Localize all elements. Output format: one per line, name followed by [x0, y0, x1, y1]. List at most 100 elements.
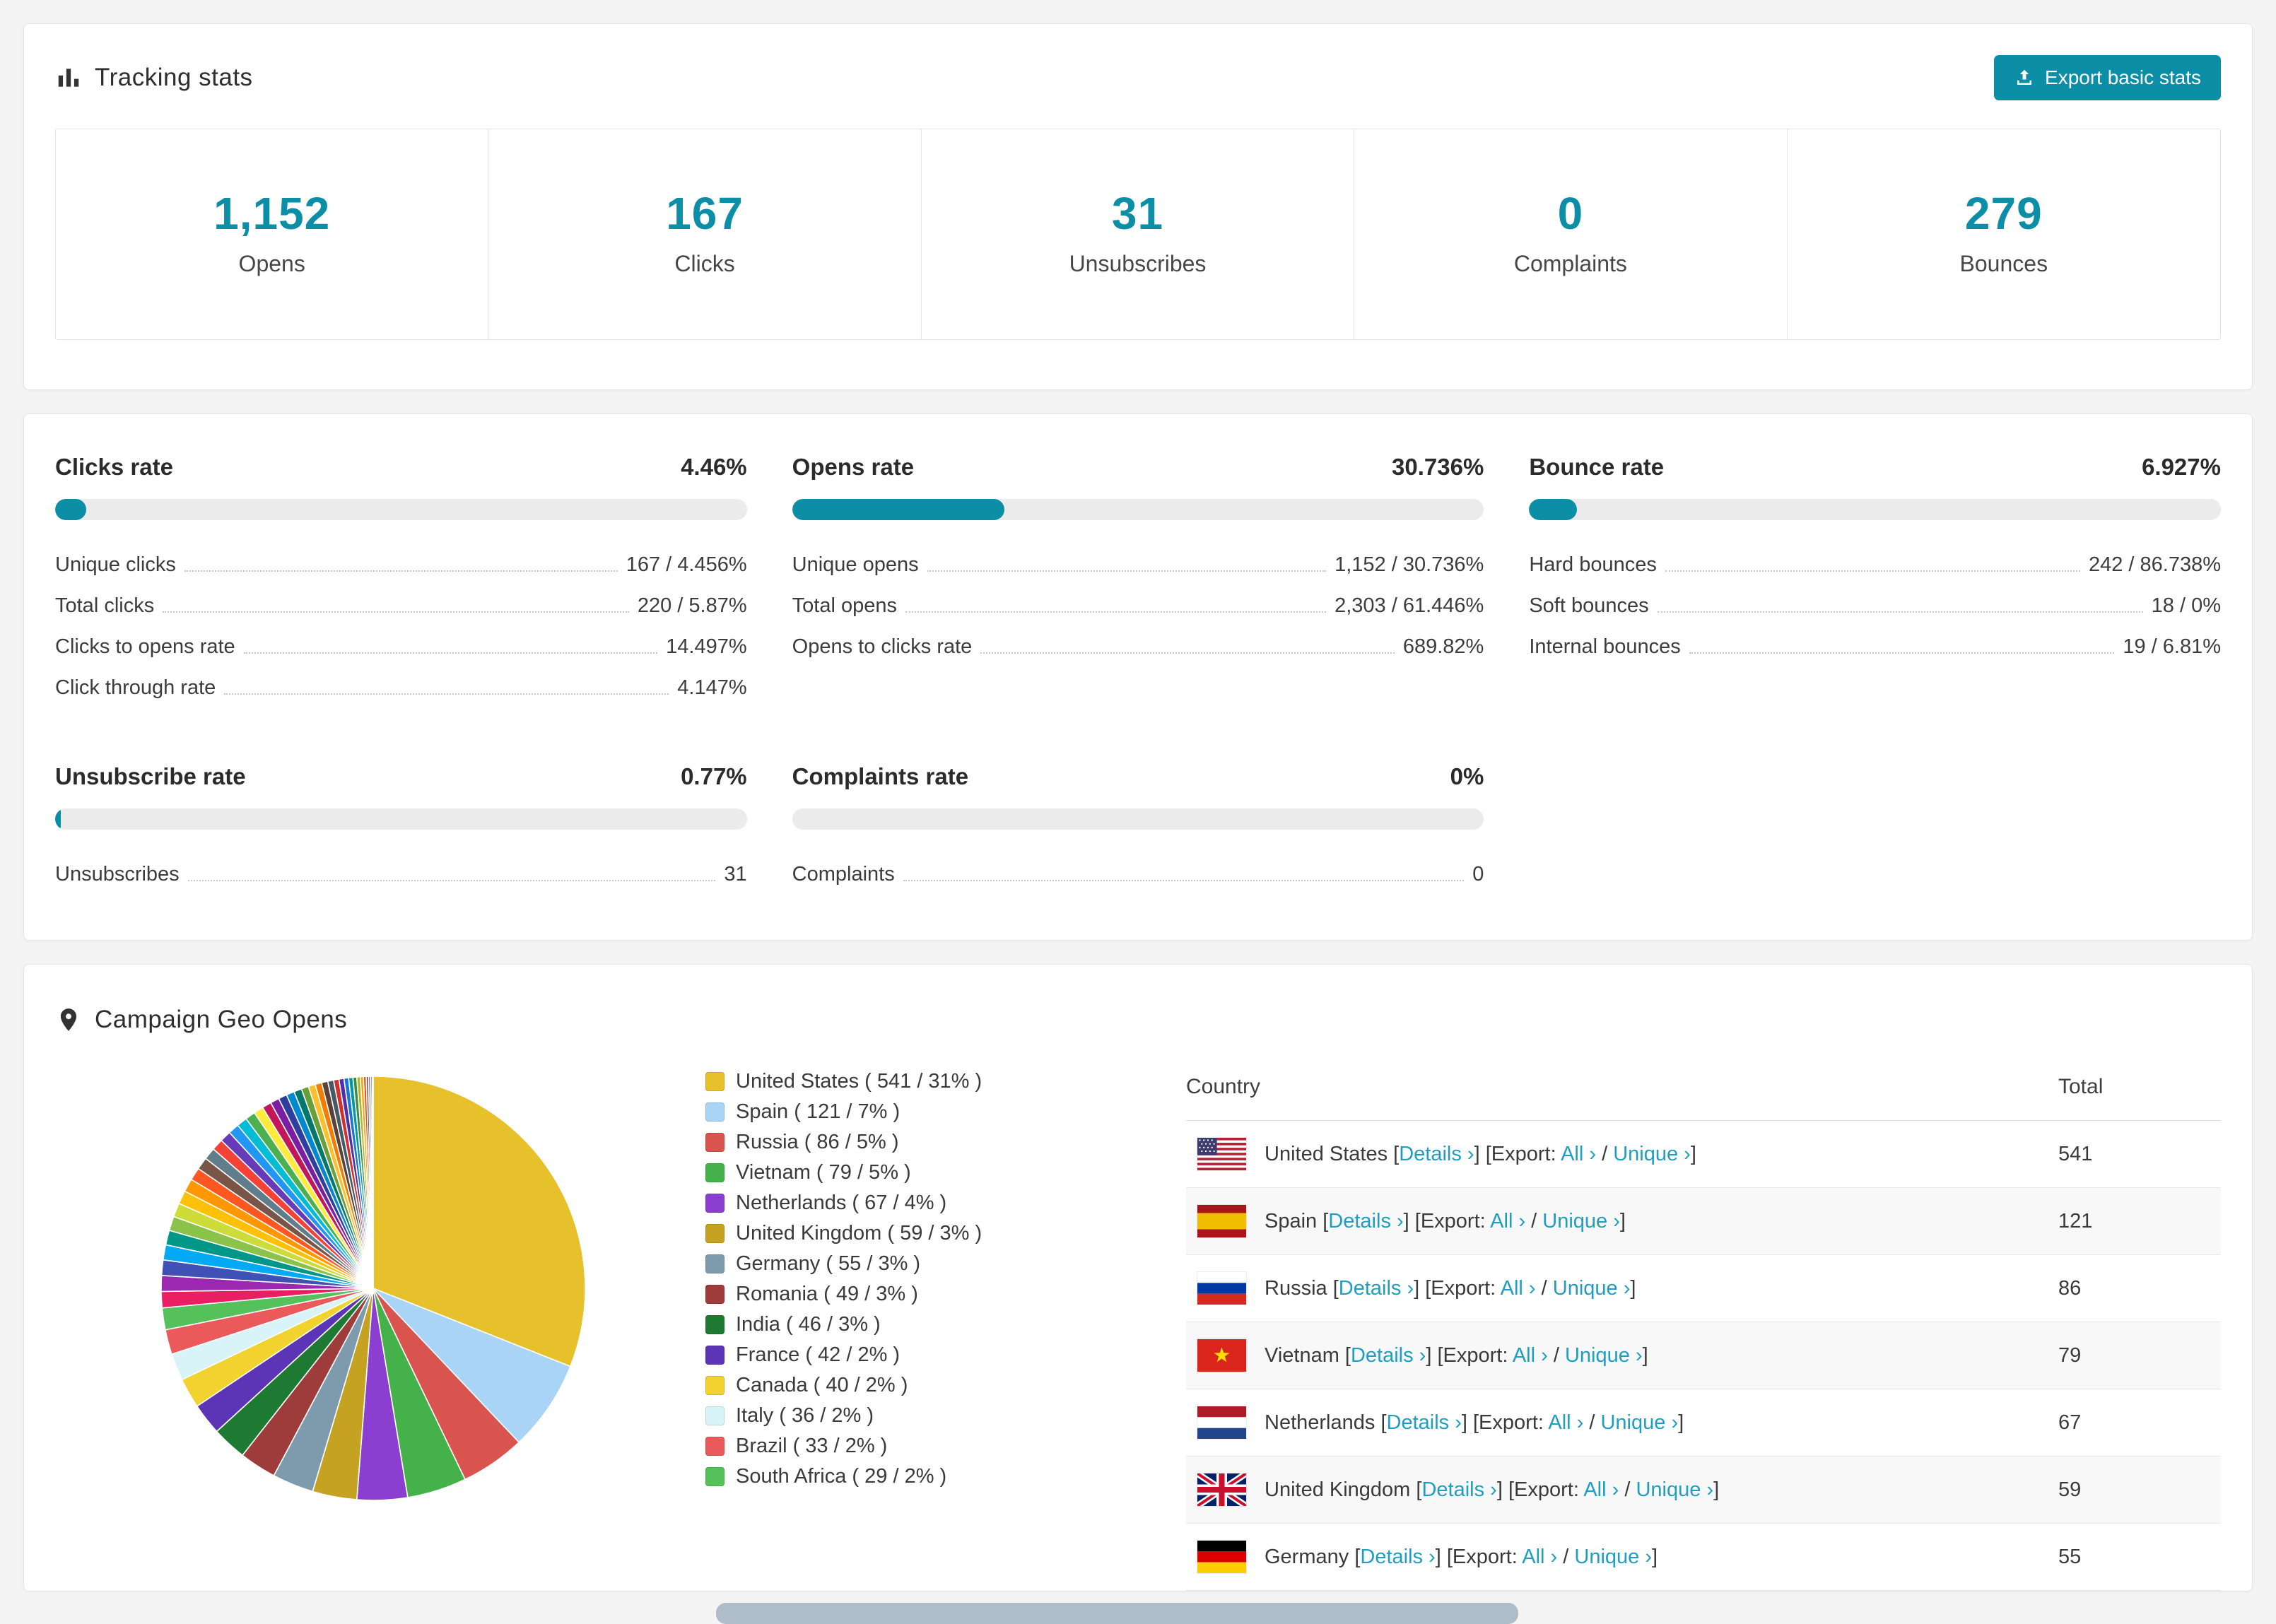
stat-value-clicks: 167	[666, 188, 744, 239]
country-name: United Kingdom	[1265, 1478, 1416, 1501]
legend-swatch	[705, 1072, 725, 1091]
stat-label-complaints: Complaints	[1513, 251, 1627, 276]
rate-value: 0.77%	[681, 763, 747, 789]
rate-stat-value: 220 / 5.87%	[637, 594, 747, 617]
geo-table-row-spain: Spain [Details ›] [Export: All › / Uniqu…	[1186, 1187, 2221, 1255]
rate-stat-row-opens-to-clicks-rate: Opens to clicks rate 689.82%	[792, 626, 1484, 667]
rate-stat-label: Internal bounces	[1529, 635, 1681, 658]
export-all-link-united-kingdom[interactable]: All ›	[1583, 1478, 1619, 1501]
country-total: 79	[2058, 1343, 2082, 1367]
legend-label: Brazil ( 33 / 2% )	[736, 1435, 888, 1457]
legend-item-india: India ( 46 / 3% )	[705, 1310, 1186, 1340]
rate-stat-value: 1,152 / 30.736%	[1334, 553, 1484, 576]
details-link-united-kingdom[interactable]: Details ›	[1421, 1478, 1496, 1501]
country-name: Netherlands	[1265, 1411, 1381, 1434]
country-name: Vietnam	[1265, 1344, 1345, 1367]
legend-label: Germany ( 55 / 3% )	[736, 1252, 921, 1275]
rate-stat-row-hard-bounces: Hard bounces 242 / 86.738%	[1529, 544, 2221, 585]
geo-content: United States ( 541 / 31% ) Spain ( 121 /…	[24, 1051, 2252, 1591]
legend-item-canada: Canada ( 40 / 2% )	[705, 1370, 1186, 1401]
export-all-link-russia[interactable]: All ›	[1501, 1277, 1536, 1300]
details-link-spain[interactable]: Details ›	[1328, 1210, 1403, 1232]
flag-de-icon	[1197, 1541, 1246, 1573]
export-basic-stats-label: Export basic stats	[2045, 66, 2201, 88]
export-unique-link-russia[interactable]: Unique ›	[1553, 1277, 1631, 1300]
legend-label: India ( 46 / 3% )	[736, 1313, 881, 1336]
rate-stat-row-unique-clicks: Unique clicks 167 / 4.456%	[55, 544, 747, 585]
rate-progress-bar	[55, 808, 747, 830]
dotted-leader	[243, 652, 658, 654]
details-link-germany[interactable]: Details ›	[1360, 1546, 1435, 1568]
export-unique-link-spain[interactable]: Unique ›	[1542, 1210, 1620, 1232]
flag-gb-icon	[1197, 1473, 1246, 1506]
rate-card-unsubscribe-rate: Unsubscribe rate 0.77% Unsubscribes 31	[55, 763, 747, 895]
legend-label: Vietnam ( 79 / 5% )	[736, 1161, 911, 1184]
export-unique-link-vietnam[interactable]: Unique ›	[1565, 1344, 1643, 1367]
export-all-link-united-states[interactable]: All ›	[1561, 1143, 1596, 1165]
legend-label: Spain ( 121 / 7% )	[736, 1100, 901, 1123]
geo-table-header-row: Country Total	[1186, 1062, 2221, 1121]
legend-item-brazil: Brazil ( 33 / 2% )	[705, 1431, 1186, 1461]
details-link-russia[interactable]: Details ›	[1339, 1277, 1414, 1300]
legend-swatch	[705, 1254, 725, 1273]
country-total: 541	[2058, 1142, 2093, 1165]
rate-progress-bar	[792, 808, 1484, 830]
details-link-vietnam[interactable]: Details ›	[1351, 1344, 1426, 1367]
tracking-stats-header: Tracking stats Export basic stats	[24, 24, 2252, 129]
rate-title: Complaints rate	[792, 763, 969, 789]
rates-grid: Clicks rate 4.46% Unique clicks 167 / 4.456…	[55, 454, 2221, 895]
dotted-leader	[1657, 611, 2143, 613]
export-all-link-netherlands[interactable]: All ›	[1548, 1411, 1583, 1434]
horizontal-scrollbar-thumb[interactable]	[716, 1603, 1518, 1624]
legend-swatch	[705, 1224, 725, 1243]
legend-label: South Africa ( 29 / 2% )	[736, 1465, 947, 1488]
bar-chart-icon	[55, 64, 82, 91]
country-total: 59	[2058, 1478, 2082, 1501]
country-total: 55	[2058, 1545, 2082, 1568]
export-unique-link-netherlands[interactable]: Unique ›	[1600, 1411, 1678, 1434]
legend-item-italy: Italy ( 36 / 2% )	[705, 1401, 1186, 1431]
rate-value: 6.927%	[2142, 454, 2221, 480]
rate-title: Opens rate	[792, 454, 915, 480]
flag-es-icon	[1197, 1205, 1246, 1237]
panel-title-tracking-stats: Tracking stats	[95, 64, 253, 91]
panel-title-campaign-geo-opens: Campaign Geo Opens	[95, 1006, 348, 1033]
rate-value: 4.46%	[681, 454, 747, 480]
export-all-link-germany[interactable]: All ›	[1522, 1546, 1557, 1568]
geo-table-row-united-kingdom: United Kingdom [Details ›] [Export: All …	[1186, 1456, 2221, 1524]
rate-stat-value: 19 / 6.81%	[2123, 635, 2221, 658]
rate-title: Unsubscribe rate	[55, 763, 246, 789]
geo-table: Country Total United States [Details ›] …	[1186, 1062, 2221, 1591]
export-unique-link-united-states[interactable]: Unique ›	[1613, 1143, 1691, 1165]
dotted-leader	[927, 570, 1327, 572]
dotted-leader	[903, 880, 1465, 881]
dotted-leader	[1665, 570, 2080, 572]
geo-header: Campaign Geo Opens	[24, 965, 2252, 1051]
legend-swatch	[705, 1437, 725, 1456]
export-all-link-spain[interactable]: All ›	[1490, 1210, 1525, 1232]
rate-stat-row-complaints: Complaints 0	[792, 854, 1484, 895]
legend-item-russia: Russia ( 86 / 5% )	[705, 1127, 1186, 1158]
export-all-link-vietnam[interactable]: All ›	[1513, 1344, 1548, 1367]
export-basic-stats-button[interactable]: Export basic stats	[1994, 55, 2221, 100]
country-name: Germany	[1265, 1546, 1355, 1568]
country-total: 121	[2058, 1209, 2093, 1232]
export-unique-link-germany[interactable]: Unique ›	[1574, 1546, 1652, 1568]
rate-progress-fill	[55, 808, 61, 830]
legend-item-france: France ( 42 / 2% )	[705, 1340, 1186, 1370]
flag-vn-icon	[1197, 1339, 1246, 1372]
export-icon	[2017, 69, 2032, 85]
export-unique-link-united-kingdom[interactable]: Unique ›	[1636, 1478, 1713, 1501]
legend-swatch	[705, 1285, 725, 1304]
stat-card-bounces: 279 Bounces	[1788, 129, 2220, 339]
map-pin-icon	[55, 1006, 82, 1033]
legend-swatch	[705, 1102, 725, 1122]
details-link-netherlands[interactable]: Details ›	[1387, 1411, 1462, 1434]
legend-item-netherlands: Netherlands ( 67 / 4% )	[705, 1188, 1186, 1218]
rate-card-clicks-rate: Clicks rate 4.46% Unique clicks 167 / 4.456…	[55, 454, 747, 708]
geo-table-row-united-states: United States [Details ›] [Export: All ›…	[1186, 1121, 2221, 1188]
geo-table-row-germany: Germany [Details ›] [Export: All › / Uni…	[1186, 1524, 2221, 1591]
country-total: 86	[2058, 1276, 2082, 1300]
details-link-united-states[interactable]: Details ›	[1399, 1143, 1474, 1165]
country-total: 67	[2058, 1411, 2082, 1434]
